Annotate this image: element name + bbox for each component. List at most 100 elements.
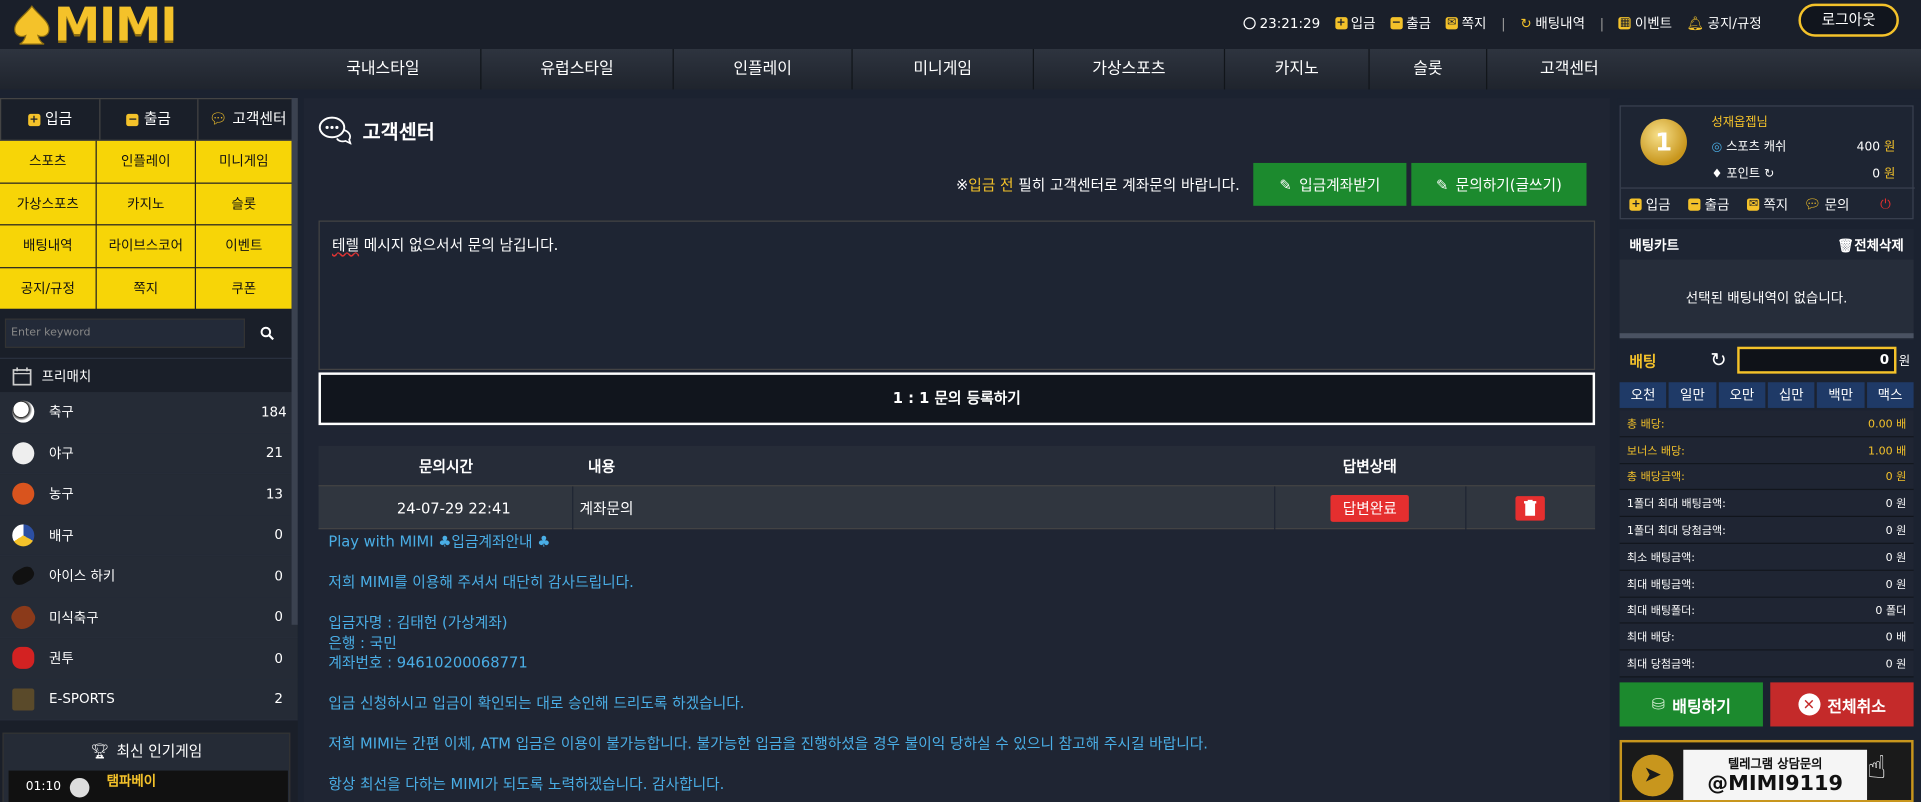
top-link-deposit[interactable]: + 입금: [1334, 13, 1376, 33]
quick-withdraw-button[interactable]: − 출금: [100, 99, 199, 140]
sport-item-volleyball[interactable]: 배구 0: [0, 515, 298, 557]
calendar-icon: ▦: [1618, 17, 1632, 30]
menu-grid: 스포츠 인플레이 미니게임 가상스포츠 카지노 슬롯 배팅내역 라이브스코어 이…: [0, 140, 298, 309]
place-bet-button[interactable]: ⛁ 배팅하기: [1619, 682, 1763, 727]
top-link-message[interactable]: ✉ 쪽지: [1445, 13, 1486, 33]
main-nav: 국내스타일 유럽스타일 인플레이 미니게임 가상스포츠 카지노 슬롯 고객센터: [0, 49, 1921, 90]
amount-5k-button[interactable]: 오천: [1619, 382, 1667, 408]
menu-casino[interactable]: 카지노: [96, 183, 195, 225]
quick-support-button[interactable]: 💬︎ 고객센터: [199, 99, 297, 139]
popular-games: 🏆︎ 최신 인기게임 01:10 탬파베이: [2, 732, 291, 802]
menu-live-score[interactable]: 라이브스코어: [96, 225, 195, 267]
envelope-icon: ✉: [1747, 197, 1760, 211]
hand-pointer-icon: ☝: [1867, 749, 1887, 787]
table-row[interactable]: 24-07-29 22:41 계좌문의 답변완료: [318, 485, 1596, 531]
deposit-notice: ※입금 전 필히 고객센터로 계좌문의 바랍니다.: [955, 176, 1240, 194]
support-panel: 고객센터 ※입금 전 필히 고객센터로 계좌문의 바랍니다. ✎ 입금계좌받기 ✎…: [303, 98, 1610, 802]
quick-deposit-button[interactable]: + 입금: [1, 99, 101, 140]
bet-amount-input[interactable]: 0: [1737, 346, 1897, 374]
top-link-bet-history[interactable]: ↻ 배팅내역: [1520, 13, 1585, 33]
profile-deposit-button[interactable]: + 입금: [1621, 189, 1680, 220]
sport-item-soccer[interactable]: 축구 184: [0, 392, 298, 434]
bet-label: 배팅: [1629, 352, 1657, 370]
amount-max-button[interactable]: 맥스: [1866, 382, 1914, 408]
sport-item-baseball[interactable]: 야구 21: [0, 433, 298, 475]
inquiry-textarea[interactable]: 테렐 메시지 없으서서 문의 남깁니다.: [318, 220, 1596, 370]
answer-content: Play with MIMI ♣입금계좌안내 ♣ 저희 MIMI를 이용해 주셔…: [328, 532, 1590, 795]
logo[interactable]: MIMI: [10, 1, 178, 48]
basketball-icon: [12, 482, 35, 506]
diamond-icon: ♦: [1711, 167, 1723, 182]
nav-virtual[interactable]: 가상스포츠: [1034, 49, 1226, 90]
power-button[interactable]: ⏻: [1856, 189, 1915, 220]
menu-bet-history[interactable]: 배팅내역: [0, 225, 96, 267]
info-row: 총 배당: 0.00 배: [1619, 410, 1914, 438]
divider: [572, 486, 574, 531]
logout-button[interactable]: 로그아웃: [1798, 3, 1899, 37]
telegram-banner[interactable]: ➤ 텔레그램 상담문의 @MIMI9119 ☝: [1619, 739, 1914, 802]
search-input[interactable]: Enter keyword: [4, 318, 246, 348]
sport-item-boxing[interactable]: 권투 0: [0, 638, 298, 680]
chat-icon: 💬︎: [1803, 196, 1821, 212]
sport-item-hockey[interactable]: 아이스 하키 0: [0, 556, 298, 598]
sport-item-football[interactable]: 미식축구 0: [0, 597, 298, 639]
nav-casino[interactable]: 카지노: [1225, 49, 1370, 90]
register-inquiry-button[interactable]: 1 : 1 문의 등록하기: [318, 372, 1596, 426]
nav-minigame[interactable]: 미니게임: [853, 49, 1034, 90]
menu-slot[interactable]: 슬롯: [196, 183, 292, 225]
amount-50k-button[interactable]: 오만: [1718, 382, 1766, 408]
answer-line: [328, 754, 1590, 774]
profile-message-button[interactable]: ✉ 쪽지: [1738, 189, 1797, 220]
menu-notice[interactable]: 공지/규정: [0, 267, 96, 309]
menu-sports[interactable]: 스포츠: [0, 140, 96, 182]
esports-icon: [12, 688, 35, 711]
cart-title: 배팅카트: [1629, 237, 1679, 253]
sport-item-esports[interactable]: E-SPORTS 2: [0, 679, 298, 721]
search-button[interactable]: [245, 319, 289, 348]
popular-game-row[interactable]: 01:10 탬파베이: [8, 770, 288, 802]
amount-1m-button[interactable]: 백만: [1817, 382, 1865, 408]
nav-europe[interactable]: 유럽스타일: [481, 49, 674, 90]
top-link-withdraw[interactable]: − 출금: [1390, 13, 1431, 33]
menu-minigame[interactable]: 미니게임: [196, 140, 292, 182]
info-row: 최대 배팅금액: 0 원: [1619, 570, 1914, 598]
nav-support[interactable]: 고객센터: [1487, 49, 1651, 89]
menu-inplay[interactable]: 인플레이: [96, 140, 195, 182]
write-inquiry-button[interactable]: ✎ 문의하기(글쓰기): [1411, 162, 1587, 206]
nav-slot[interactable]: 슬롯: [1370, 49, 1488, 90]
quick-links: + 입금 − 출금 💬︎ 고객센터: [0, 98, 298, 141]
telegram-icon: ➤: [1631, 754, 1674, 797]
sport-item-basketball[interactable]: 농구 13: [0, 474, 298, 516]
clear-all-button[interactable]: 🗑︎전체삭제: [1837, 235, 1904, 255]
profile-withdraw-button[interactable]: − 출금: [1680, 189, 1739, 220]
plus-icon: +: [1629, 197, 1643, 211]
divider: |: [1599, 15, 1605, 32]
get-account-button[interactable]: ✎ 입금계좌받기: [1253, 162, 1407, 206]
power-icon: ⏻: [1880, 195, 1891, 212]
search-icon: [260, 326, 274, 341]
delete-button[interactable]: [1515, 496, 1545, 521]
nav-domestic[interactable]: 국내스타일: [285, 49, 482, 90]
menu-message[interactable]: 쪽지: [96, 267, 195, 309]
nav-inplay[interactable]: 인플레이: [674, 49, 853, 90]
amount-100k-button[interactable]: 십만: [1767, 382, 1815, 408]
pencil-icon: ✎: [1435, 175, 1449, 193]
plus-icon: +: [1334, 17, 1348, 30]
menu-virtual[interactable]: 가상스포츠: [0, 183, 96, 225]
bet-cart: 배팅카트 🗑︎전체삭제 선택된 배팅내역이 없습니다.: [1619, 229, 1914, 340]
top-link-event[interactable]: ▦ 이벤트: [1618, 13, 1672, 33]
refresh-icon[interactable]: ↻: [1764, 168, 1774, 181]
profile-inquiry-button[interactable]: 💬︎ 문의: [1797, 189, 1856, 220]
top-link-notice[interactable]: 🔔︎ 공지/규정: [1687, 13, 1762, 33]
cancel-all-button[interactable]: ✕ 전체취소: [1770, 682, 1914, 727]
answer-line: 은행 : 국민: [328, 633, 397, 652]
amount-10k-button[interactable]: 일만: [1668, 382, 1716, 408]
info-row: 보너스 배당: 1.00 배: [1619, 437, 1914, 464]
menu-event[interactable]: 이벤트: [196, 225, 292, 267]
banner-text: 텔레그램 상담문의 @MIMI9119: [1683, 749, 1868, 800]
sidebar-scrollbar[interactable]: [291, 98, 298, 625]
inquiry-table-header: 문의시간 내용 답변상태: [318, 445, 1596, 486]
reset-icon[interactable]: ↻: [1710, 348, 1726, 371]
menu-coupon[interactable]: 쿠폰: [196, 267, 292, 309]
info-row: 최대 배팅폴더: 0 폴더: [1619, 597, 1914, 625]
